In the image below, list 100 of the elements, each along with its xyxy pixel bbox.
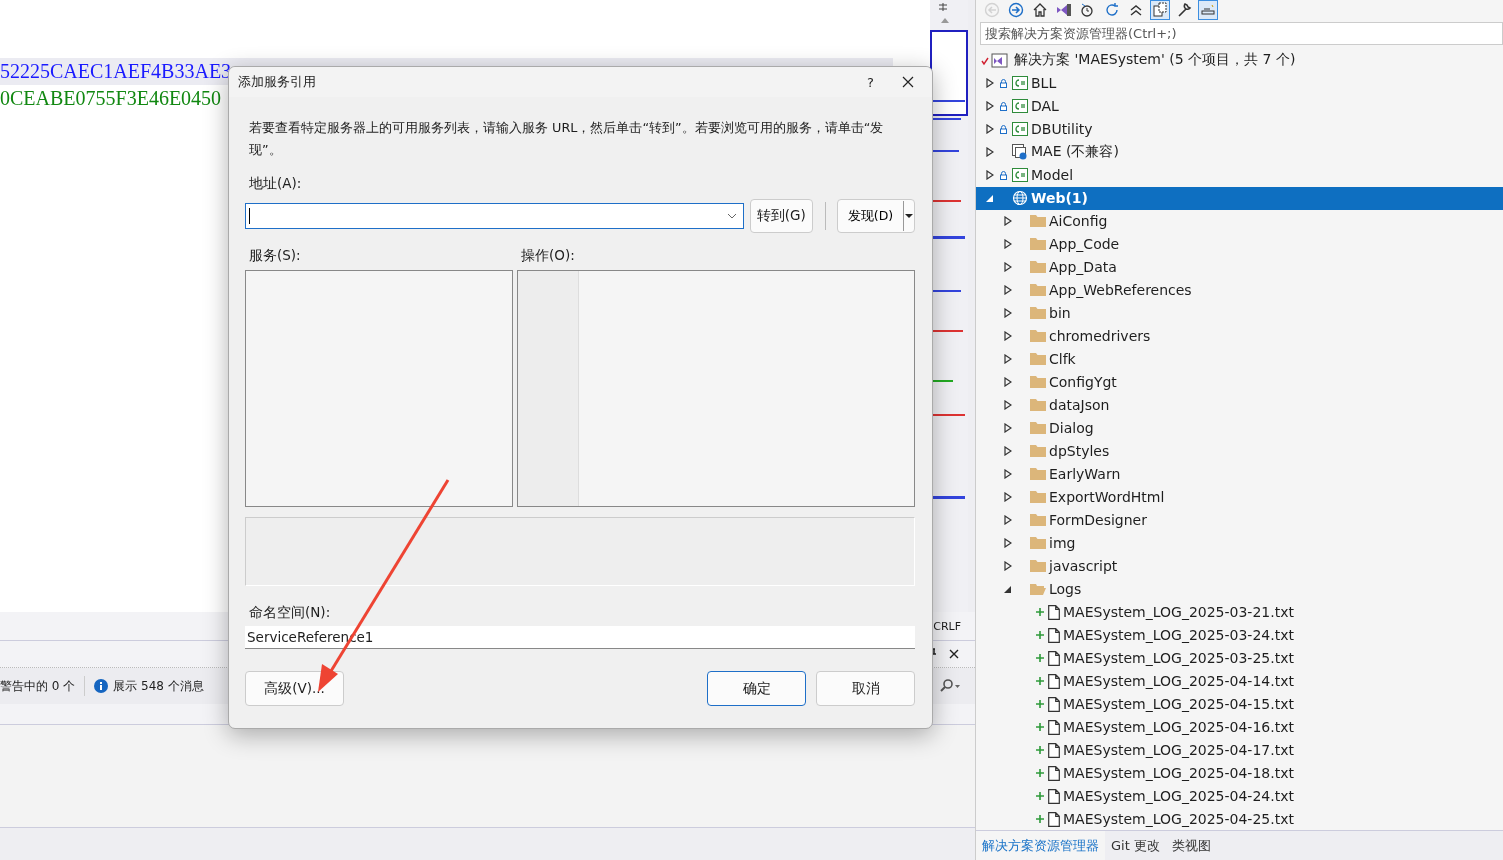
tree-item[interactable]: MAESystem_LOG_2025-04-25.txt	[976, 807, 1503, 831]
tree-item[interactable]: 解决方案 'MAESystem' (5 个项目，共 7 个)	[976, 48, 1503, 72]
panel-tab[interactable]: 解决方案资源管理器	[976, 831, 1105, 860]
folder-icon	[1030, 536, 1046, 551]
tree-item[interactable]: MAESystem_LOG_2025-03-25.txt	[976, 646, 1503, 670]
expand-triangle-icon[interactable]	[1004, 423, 1012, 434]
file-icon	[1048, 765, 1060, 781]
warnings-filter[interactable]: 警告中的 0 个	[0, 677, 76, 695]
tree-item[interactable]: MAESystem_LOG_2025-03-24.txt	[976, 623, 1503, 647]
tree-item[interactable]: Dialog	[976, 416, 1503, 440]
forward-icon[interactable]	[1006, 0, 1026, 20]
folder-icon	[1030, 260, 1046, 275]
project-icon	[1012, 99, 1028, 114]
expand-triangle-icon[interactable]	[1004, 538, 1012, 549]
chevron-down-icon[interactable]	[726, 213, 737, 219]
expand-triangle-icon[interactable]	[1004, 377, 1012, 388]
tree-item[interactable]: EarlyWarn	[976, 462, 1503, 486]
folder-icon	[1030, 444, 1046, 459]
tree-item[interactable]: dataJson	[976, 393, 1503, 417]
address-label: 地址(A):	[249, 175, 303, 193]
expand-triangle-icon[interactable]	[1004, 515, 1012, 526]
file-icon	[1048, 696, 1060, 712]
namespace-label: 命名空间(N):	[249, 604, 332, 622]
tree-item[interactable]: DAL	[976, 94, 1503, 118]
expand-triangle-icon[interactable]	[986, 193, 994, 204]
expand-triangle-icon[interactable]	[986, 147, 994, 158]
expand-triangle-icon[interactable]	[1004, 262, 1012, 273]
tree-item[interactable]: App_WebReferences	[976, 278, 1503, 302]
tree-item[interactable]: Web(1)	[976, 186, 1503, 210]
folder-icon	[1030, 398, 1046, 413]
project-icon	[1012, 76, 1028, 91]
tree-item[interactable]: MAE (不兼容)	[976, 140, 1503, 164]
folder-icon	[1030, 375, 1046, 390]
file-icon	[1048, 673, 1060, 689]
discover-split-button[interactable]: 发现(D)	[837, 199, 915, 233]
expand-triangle-icon[interactable]	[1004, 584, 1012, 595]
tree-item[interactable]: Logs	[976, 577, 1503, 601]
file-icon	[1048, 788, 1060, 804]
panel-tab[interactable]: Git 更改	[1105, 836, 1166, 855]
tree-item[interactable]: MAESystem_LOG_2025-04-18.txt	[976, 761, 1503, 785]
address-combobox[interactable]	[245, 203, 744, 229]
folder-icon	[1030, 559, 1046, 574]
dropdown-arrow-icon[interactable]	[905, 214, 913, 218]
messages-filter[interactable]: 展示 548 个消息	[113, 677, 204, 695]
go-button[interactable]: 转到(G)	[749, 199, 813, 233]
cancel-button[interactable]: 取消	[816, 671, 915, 706]
file-icon	[1048, 627, 1060, 643]
close-icon[interactable]	[902, 76, 914, 88]
tree-item[interactable]: MAESystem_LOG_2025-03-21.txt	[976, 600, 1503, 624]
folder-icon	[1030, 513, 1046, 528]
expand-triangle-icon[interactable]	[1004, 492, 1012, 503]
expand-triangle-icon[interactable]	[1004, 446, 1012, 457]
expand-triangle-icon[interactable]	[1004, 216, 1012, 227]
search-field[interactable]: 搜索解决方案资源管理器(Ctrl+;)	[980, 22, 1503, 45]
tree-item[interactable]: MAESystem_LOG_2025-04-16.txt	[976, 715, 1503, 739]
folder-icon	[1030, 214, 1046, 229]
tree-item[interactable]: dpStyles	[976, 439, 1503, 463]
discover-button[interactable]: 发现(D)	[838, 201, 904, 231]
close-icon[interactable]	[949, 649, 959, 659]
tree-item[interactable]: DBUtility	[976, 117, 1503, 141]
expand-triangle-icon[interactable]	[986, 101, 994, 112]
expand-triangle-icon[interactable]	[1004, 561, 1012, 572]
panel-tab[interactable]: 类视图	[1165, 836, 1217, 855]
expand-triangle-icon[interactable]	[986, 78, 994, 89]
solution-icon	[981, 52, 1011, 69]
ok-button[interactable]: 确定	[707, 671, 806, 706]
expand-triangle-icon[interactable]	[986, 124, 994, 135]
folder-icon	[1030, 329, 1046, 344]
help-button[interactable]: ?	[867, 74, 874, 90]
tree-item[interactable]: FormDesigner	[976, 508, 1503, 532]
operations-label: 操作(O):	[521, 247, 575, 265]
tree-item[interactable]: javascript	[976, 554, 1503, 578]
tree-item[interactable]: ConfigYgt	[976, 370, 1503, 394]
tree-item[interactable]: App_Code	[976, 232, 1503, 256]
expand-triangle-icon[interactable]	[1004, 239, 1012, 250]
tree-item[interactable]: MAESystem_LOG_2025-04-14.txt	[976, 669, 1503, 693]
tree-item[interactable]: bin	[976, 301, 1503, 325]
expand-triangle-icon[interactable]	[1004, 400, 1012, 411]
tree-item[interactable]: BLL	[976, 71, 1503, 95]
tree-item[interactable]: MAESystem_LOG_2025-04-24.txt	[976, 784, 1503, 808]
tree-item[interactable]: Model	[976, 163, 1503, 187]
expand-triangle-icon[interactable]	[1004, 469, 1012, 480]
tree-item[interactable]: App_Data	[976, 255, 1503, 279]
dialog-title: 添加服务引用	[238, 73, 316, 91]
expand-triangle-icon[interactable]	[1004, 354, 1012, 365]
tree-item[interactable]: AiConfig	[976, 209, 1503, 233]
expand-triangle-icon[interactable]	[986, 170, 994, 181]
tree-item[interactable]: Clfk	[976, 347, 1503, 371]
search-icon[interactable]	[939, 679, 961, 693]
tree-item[interactable]: img	[976, 531, 1503, 555]
expand-triangle-icon[interactable]	[1004, 331, 1012, 342]
tree-item[interactable]: chromedrivers	[976, 324, 1503, 348]
tree-item[interactable]: ExportWordHtml	[976, 485, 1503, 509]
tree-item[interactable]: MAESystem_LOG_2025-04-15.txt	[976, 692, 1503, 716]
tree-item[interactable]: MAESystem_LOG_2025-04-17.txt	[976, 738, 1503, 762]
folder-icon	[1030, 421, 1046, 436]
expand-triangle-icon[interactable]	[1004, 285, 1012, 296]
advanced-button[interactable]: 高级(V)...	[245, 671, 344, 706]
expand-triangle-icon[interactable]	[1004, 308, 1012, 319]
file-icon	[1048, 604, 1060, 620]
